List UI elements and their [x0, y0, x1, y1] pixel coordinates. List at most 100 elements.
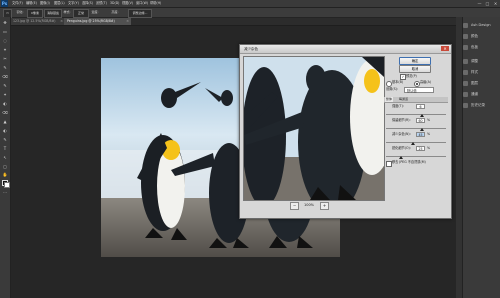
- ok-button[interactable]: 确定: [399, 57, 431, 65]
- tab-penguins-jpg[interactable]: Penguins.jpg @ 25%(RGB/8#) ×: [64, 18, 131, 25]
- quick-select-tool-icon[interactable]: ⌖: [2, 47, 8, 52]
- quick-mask-icon[interactable]: …: [2, 189, 8, 194]
- menu-layer[interactable]: 图层(L): [54, 0, 65, 7]
- height-label: 高度:: [111, 10, 119, 14]
- reduce-noise-input[interactable]: 45: [416, 132, 425, 137]
- menu-window[interactable]: 窗口(W): [136, 0, 148, 7]
- strength-slider-thumb[interactable]: [420, 114, 424, 117]
- feather-input[interactable]: 0像素: [27, 9, 43, 18]
- swatches-icon: [463, 45, 468, 50]
- options-bar: ▭ 羽化: 0像素 消除锯齿 样式: 正常 宽度: 高度: 调整边缘...: [0, 8, 500, 18]
- sharpen-details-input[interactable]: 25: [416, 146, 425, 151]
- panel-item-adjustments[interactable]: 调整: [462, 58, 500, 65]
- close-icon[interactable]: ×: [60, 18, 63, 25]
- gradient-tool-icon[interactable]: ▲: [2, 119, 8, 124]
- channels-icon: [463, 92, 468, 97]
- preserve-details-slider[interactable]: [386, 128, 446, 129]
- remove-jpeg-artifact-label: 移去 JPEG 不自然感(M): [392, 160, 426, 164]
- clone-stamp-tool-icon[interactable]: ✦: [2, 92, 8, 97]
- tab-123-jpg[interactable]: 123.jpg @ 12.5%(RGB/8#) ×: [10, 18, 65, 25]
- zoom-in-button[interactable]: +: [320, 202, 329, 210]
- sharpen-details-label: 锐化细节(O):: [392, 146, 411, 150]
- panel-item-layers[interactable]: 图层: [462, 80, 500, 87]
- menu-file[interactable]: 文件(F): [12, 0, 23, 7]
- sharpen-details-slider[interactable]: [386, 156, 446, 157]
- strength-label: 强度(T):: [392, 104, 404, 108]
- tab-label: 123.jpg @ 12.5%(RGB/8#): [13, 19, 56, 23]
- move-tool-icon[interactable]: ✥: [2, 20, 8, 25]
- filter-preview[interactable]: [243, 56, 385, 201]
- shape-tool-icon[interactable]: ▢: [2, 164, 8, 169]
- hand-tool-icon[interactable]: ✋: [2, 172, 8, 177]
- menu-bar: Ps 文件(F) 编辑(E) 图像(I) 图层(L) 文字(Y) 选择(S) 滤…: [0, 0, 500, 8]
- dialog-subtabs: 整体 每通道: [384, 97, 448, 103]
- history-brush-tool-icon[interactable]: ◐: [2, 101, 8, 106]
- panel-item-ash-design[interactable]: Ash Design: [462, 22, 500, 29]
- panel-item-channels[interactable]: 通道: [462, 91, 500, 98]
- crop-tool-icon[interactable]: ✂: [2, 56, 8, 61]
- reduce-noise-unit: %: [427, 132, 431, 136]
- menu-type[interactable]: 文字(Y): [68, 0, 79, 7]
- background-color-swatch[interactable]: [4, 182, 10, 188]
- strength-input[interactable]: 6: [416, 104, 425, 109]
- tools-panel: ✥ ▭ ◌ ⌖ ✂ ✎ ⌫ ✎ ✦ ◐ ⌫ ▲ ◐ ✎ T ↖ ▢ ✋ …: [0, 17, 11, 298]
- strength-slider[interactable]: [386, 114, 446, 115]
- reduce-noise-dialog: 减少杂色 ✕ − 100% + 确定 取消 ✓ 预览(P) 基本(B) 高级(A…: [239, 44, 452, 219]
- zoom-out-button[interactable]: −: [290, 202, 299, 210]
- tab-label: Penguins.jpg @ 25%(RGB/8#): [67, 19, 115, 23]
- menu-image[interactable]: 图像(I): [40, 0, 50, 7]
- brush-tool-icon[interactable]: ✎: [2, 83, 8, 88]
- healing-tool-icon[interactable]: ⌫: [2, 74, 8, 79]
- eraser-tool-icon[interactable]: ⌫: [2, 110, 8, 115]
- zoom-level: 100%: [304, 203, 315, 207]
- adjustments-icon: [463, 59, 468, 64]
- tab-per-channel[interactable]: 每通道: [398, 97, 409, 102]
- minimize-icon[interactable]: —: [476, 0, 483, 7]
- type-tool-icon[interactable]: T: [2, 146, 8, 151]
- menu-3d[interactable]: 3D(D): [110, 0, 119, 7]
- dialog-titlebar[interactable]: 减少杂色 ✕: [240, 45, 451, 54]
- styles-icon: [463, 70, 468, 75]
- close-window-icon[interactable]: ✕: [492, 0, 499, 7]
- panel-item-history[interactable]: 历史记录: [462, 102, 500, 109]
- color-icon: [463, 34, 468, 39]
- menu-edit[interactable]: 编辑(E): [26, 0, 37, 7]
- path-select-tool-icon[interactable]: ↖: [2, 155, 8, 160]
- reduce-noise-label: 减少杂色(N):: [392, 132, 411, 136]
- preview-label: 预览(P): [406, 74, 417, 78]
- style-select[interactable]: 正常: [73, 9, 89, 18]
- eyedropper-tool-icon[interactable]: ✎: [2, 65, 8, 70]
- pen-tool-icon[interactable]: ✎: [2, 137, 8, 142]
- sharpen-details-unit: %: [427, 146, 431, 150]
- preserve-details-input[interactable]: 60: [416, 118, 425, 123]
- maximize-icon[interactable]: □: [484, 0, 491, 7]
- menu-view[interactable]: 视图(V): [122, 0, 133, 7]
- preserve-details-unit: %: [427, 118, 431, 122]
- panel-item-color[interactable]: 颜色: [462, 33, 500, 40]
- menu-select[interactable]: 选择(S): [82, 0, 93, 7]
- swatch-icon: [463, 23, 468, 28]
- dodge-tool-icon[interactable]: ◐: [2, 128, 8, 133]
- panel-item-swatches[interactable]: 色板: [462, 44, 500, 51]
- settings-select[interactable]: 默认值: [404, 87, 434, 93]
- refine-edge-button[interactable]: 调整边缘...: [128, 9, 152, 18]
- lasso-tool-icon[interactable]: ◌: [2, 38, 8, 43]
- menu-help[interactable]: 帮助(H): [150, 0, 161, 7]
- layers-icon: [463, 81, 468, 86]
- mode-advanced-label: 高级(A): [420, 80, 432, 84]
- menu-filter[interactable]: 滤镜(T): [96, 0, 107, 7]
- history-icon: [463, 103, 468, 108]
- photoshop-logo-icon: Ps: [1, 0, 8, 7]
- panel-item-styles[interactable]: 样式: [462, 69, 500, 76]
- reduce-noise-slider[interactable]: [386, 142, 446, 143]
- close-icon[interactable]: ×: [126, 18, 129, 25]
- preserve-details-slider-thumb[interactable]: [420, 128, 424, 131]
- close-icon[interactable]: ✕: [441, 46, 449, 51]
- sharpen-details-slider-thumb[interactable]: [399, 156, 403, 159]
- cancel-button[interactable]: 取消: [399, 65, 431, 73]
- antialias-checkbox[interactable]: 消除锯齿: [44, 9, 62, 18]
- marquee-tool-icon[interactable]: ▭: [2, 29, 8, 34]
- settings-label: 设置(S):: [386, 87, 398, 91]
- tab-overall[interactable]: 整体: [385, 97, 394, 102]
- reduce-noise-slider-thumb[interactable]: [411, 142, 415, 145]
